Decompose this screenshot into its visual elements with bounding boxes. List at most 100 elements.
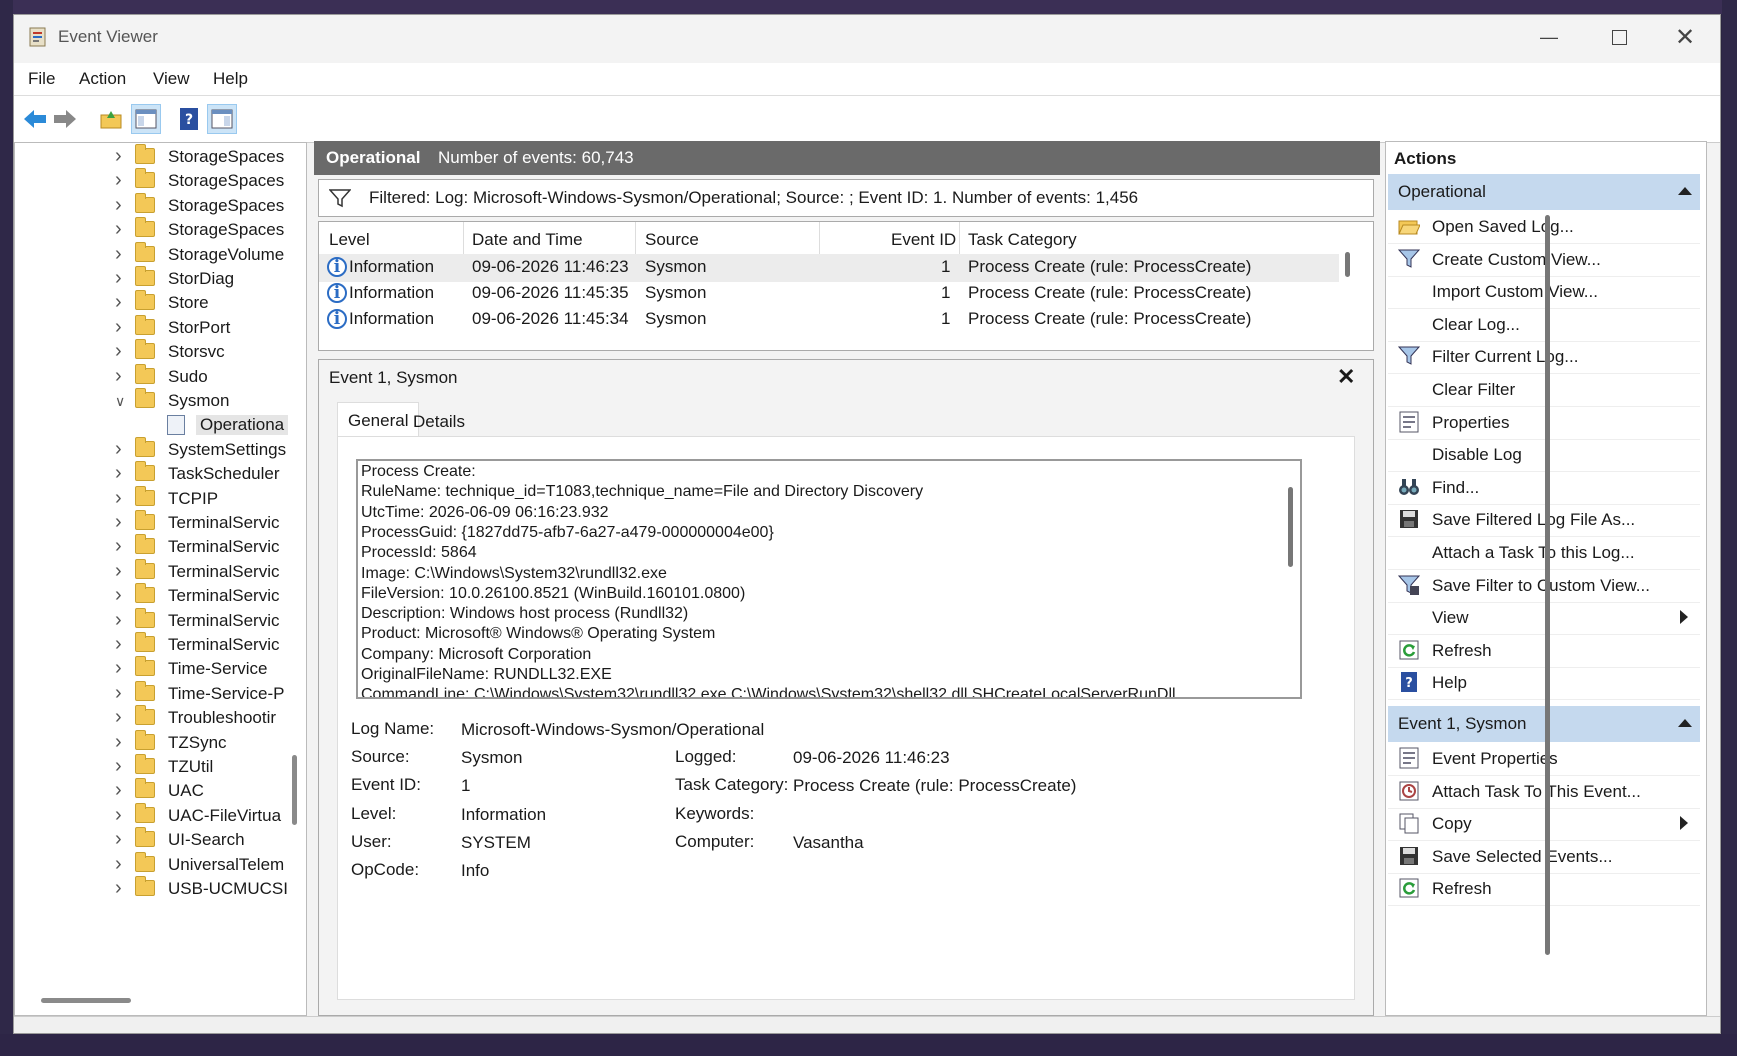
action-item[interactable]: Save Selected Events... (1388, 840, 1700, 874)
tree-item[interactable]: › StorageSpaces (15, 168, 295, 196)
chevron-right-icon[interactable]: › (115, 267, 122, 290)
chevron-right-icon[interactable]: › (115, 511, 122, 534)
actions-section-event[interactable]: Event 1, Sysmon (1388, 706, 1700, 742)
tree-item[interactable]: › USB-UCMUCSI (15, 876, 295, 904)
chevron-right-icon[interactable]: › (115, 682, 122, 705)
tree-horizontal-scrollbar[interactable] (41, 998, 131, 1003)
column-separator[interactable] (463, 222, 464, 258)
action-item[interactable]: Save Filter to Custom View... (1388, 569, 1700, 603)
tree-item[interactable]: Operationa (15, 413, 295, 440)
chevron-right-icon[interactable]: › (115, 877, 122, 900)
action-item[interactable]: Refresh (1388, 634, 1700, 668)
table-row[interactable]: i Information 09-06-2026 11:45:35 Sysmon 1 Pr… (319, 280, 1339, 308)
actions-section-operational[interactable]: Operational (1388, 174, 1700, 210)
maximize-button[interactable] (1584, 15, 1654, 59)
chevron-right-icon[interactable]: › (115, 804, 122, 827)
tree-item[interactable]: › TaskScheduler (15, 461, 295, 489)
chevron-right-icon[interactable]: › (115, 438, 122, 461)
column-separator[interactable] (819, 222, 820, 258)
tab-details[interactable]: Details (403, 404, 475, 438)
tree-item[interactable]: › UniversalTelem (15, 851, 295, 880)
grid-vertical-scrollbar[interactable] (1345, 252, 1350, 277)
tree-item[interactable]: › StorPort (15, 314, 295, 343)
tree-item[interactable]: › TerminalServic (15, 583, 295, 611)
close-detail-icon[interactable]: ✕ (1337, 364, 1355, 390)
action-item[interactable]: ? Help (1388, 666, 1700, 701)
tree-item[interactable]: › UAC-FileVirtua (15, 802, 295, 831)
chevron-right-icon[interactable]: › (115, 657, 122, 680)
menu-file[interactable]: File (28, 69, 55, 89)
chevron-right-icon[interactable]: › (115, 462, 122, 485)
tree-item[interactable]: › TerminalServic (15, 607, 295, 636)
menu-view[interactable]: View (153, 69, 190, 89)
table-row[interactable]: i Information 09-06-2026 11:46:23 Sysmon 1 Pr… (319, 254, 1339, 282)
chevron-right-icon[interactable]: › (115, 340, 122, 363)
tree-item[interactable]: › TCPIP (15, 485, 295, 514)
close-button[interactable]: ✕ (1650, 15, 1720, 59)
tree-item[interactable]: › UAC (15, 778, 295, 806)
chevron-right-icon[interactable]: › (115, 291, 122, 314)
action-item[interactable]: Event Properties (1388, 742, 1700, 776)
actions-vertical-scrollbar[interactable] (1545, 215, 1550, 955)
tree-item[interactable]: › Troubleshootir (15, 705, 295, 733)
menu-help[interactable]: Help (213, 69, 248, 89)
tree-item[interactable]: › TZSync (15, 729, 295, 758)
chevron-right-icon[interactable]: › (115, 243, 122, 266)
tree-item[interactable]: › Sudo (15, 363, 295, 392)
description-vertical-scrollbar[interactable] (1288, 487, 1293, 567)
tree-item[interactable]: › Store (15, 290, 295, 318)
collapse-up-icon[interactable] (1678, 187, 1692, 195)
open-log-button[interactable] (96, 104, 126, 134)
chevron-down-icon[interactable]: ∨ (115, 393, 125, 410)
chevron-right-icon[interactable]: › (115, 633, 122, 656)
column-header-event-id[interactable]: Event ID (891, 230, 956, 250)
action-item[interactable]: Refresh (1388, 872, 1700, 907)
collapse-up-icon[interactable] (1678, 719, 1692, 727)
chevron-right-icon[interactable]: › (115, 706, 122, 729)
chevron-right-icon[interactable]: › (115, 487, 122, 510)
tree-item[interactable]: › StorageSpaces (15, 217, 295, 245)
show-hide-tree-button[interactable] (131, 104, 161, 134)
tree-item[interactable]: › StorDiag (15, 266, 295, 294)
action-item[interactable]: Properties (1388, 406, 1700, 440)
tree-item[interactable]: › StorageSpaces (15, 192, 295, 221)
show-hide-action-pane-button[interactable] (207, 104, 237, 134)
action-item[interactable]: Open Saved Log... (1388, 210, 1700, 244)
tree-item[interactable]: › SystemSettings (15, 436, 295, 465)
tree-item[interactable]: › Time-Service-P (15, 680, 295, 709)
action-item[interactable]: Import Custom View... (1388, 275, 1700, 310)
tree-item[interactable]: › TerminalServic (15, 558, 295, 587)
action-item[interactable]: Attach Task To This Event... (1388, 775, 1700, 809)
tree-item[interactable]: › TerminalServic (15, 534, 295, 562)
action-item[interactable]: Create Custom View... (1388, 243, 1700, 277)
chevron-right-icon[interactable]: › (115, 169, 122, 192)
column-header-level[interactable]: Level (329, 230, 370, 250)
chevron-right-icon[interactable]: › (115, 316, 122, 339)
column-header-source[interactable]: Source (645, 230, 699, 250)
minimize-button[interactable]: — (1514, 15, 1584, 59)
chevron-right-icon[interactable]: › (115, 365, 122, 388)
back-button[interactable] (20, 104, 50, 134)
tree-item[interactable]: › TZUtil (15, 754, 295, 782)
chevron-right-icon[interactable]: › (115, 535, 122, 558)
tree-item[interactable]: › StorageVolume (15, 241, 295, 270)
action-item[interactable]: Attach a Task To this Log... (1388, 536, 1700, 570)
action-item[interactable]: View (1388, 601, 1700, 636)
chevron-right-icon[interactable]: › (115, 828, 122, 851)
forward-button[interactable] (50, 104, 80, 134)
chevron-right-icon[interactable]: › (115, 853, 122, 876)
menu-action[interactable]: Action (79, 69, 126, 89)
column-separator[interactable] (959, 222, 960, 258)
column-separator[interactable] (635, 222, 636, 258)
chevron-right-icon[interactable]: › (115, 218, 122, 241)
tree-vertical-scrollbar[interactable] (292, 755, 297, 825)
action-item[interactable]: Save Filtered Log File As... (1388, 503, 1700, 538)
column-header-task-category[interactable]: Task Category (968, 230, 1077, 250)
chevron-right-icon[interactable]: › (115, 194, 122, 217)
tree-item[interactable]: › Time-Service (15, 656, 295, 684)
chevron-right-icon[interactable]: › (115, 560, 122, 583)
action-item[interactable]: Copy (1388, 807, 1700, 842)
chevron-right-icon[interactable]: › (115, 779, 122, 802)
event-description-box[interactable]: Process Create: RuleName: technique_id=T1… (356, 459, 1302, 699)
action-item[interactable]: Clear Log... (1388, 308, 1700, 342)
